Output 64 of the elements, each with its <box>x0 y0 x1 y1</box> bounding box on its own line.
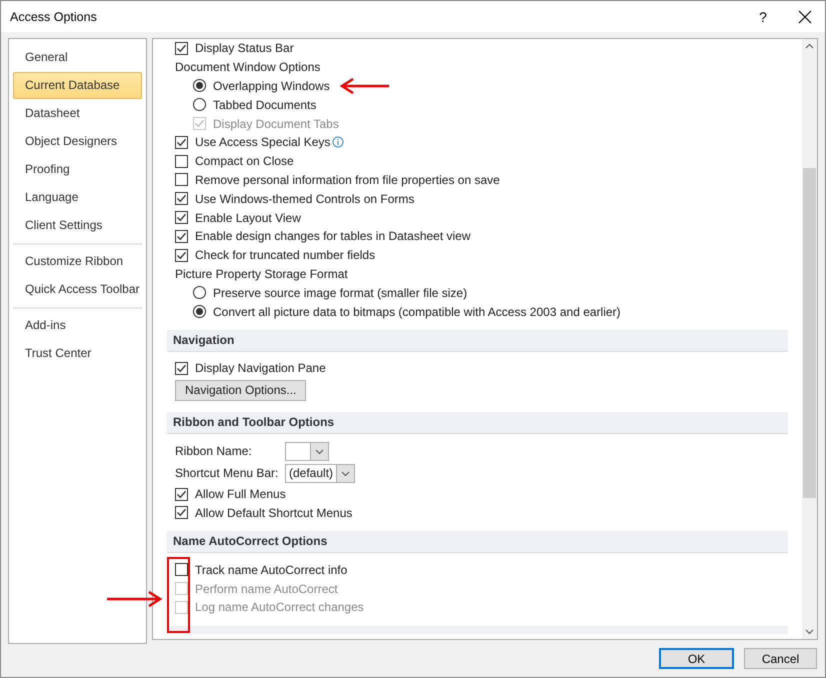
field-label: Ribbon Name: <box>175 444 253 458</box>
dialog-button[interactable]: OK <box>659 648 734 669</box>
sidebar-item[interactable]: Quick Access Toolbar <box>13 276 142 303</box>
checkbox[interactable] <box>175 154 188 168</box>
checkbox-label: Use Windows-themed Controls on Forms <box>195 192 414 206</box>
sidebar-item[interactable]: Proofing <box>13 156 142 183</box>
checkbox[interactable] <box>175 42 188 55</box>
radio-button[interactable] <box>193 305 206 318</box>
checkbox-label: Display Document Tabs <box>213 116 339 131</box>
checkbox[interactable] <box>175 488 188 501</box>
checkbox-label: Perform name AutoCorrect <box>195 582 338 596</box>
radio-label: Overlapping Windows <box>213 78 330 93</box>
arrow-annotation <box>105 590 163 608</box>
checkbox[interactable] <box>175 506 188 520</box>
checkbox-label: Track name AutoCorrect info <box>195 562 348 577</box>
checkbox-label: Remove personal information from file properties on save <box>195 172 500 187</box>
radio-label: Tabbed Documents <box>213 98 316 112</box>
radio-label: Convert all picture data to bitmaps (compatible with Access 2003 and earlier) <box>213 304 621 319</box>
checkbox[interactable] <box>175 136 188 149</box>
radio-button[interactable] <box>193 286 206 300</box>
checkbox[interactable] <box>175 192 188 206</box>
checkbox-label: Compact on Close <box>195 154 294 168</box>
checkbox-label: Check for truncated number fields <box>195 248 376 262</box>
sidebar-item[interactable]: Client Settings <box>13 212 142 239</box>
checkbox[interactable] <box>175 248 188 262</box>
checkbox-label: Display Status Bar <box>195 41 294 56</box>
checkbox[interactable] <box>175 173 188 186</box>
scrollbar[interactable] <box>802 39 817 639</box>
dropdown[interactable]: (default) <box>285 464 356 483</box>
checkbox-label: Enable Layout View <box>195 210 301 225</box>
checkbox-label: Log name AutoCorrect changes <box>195 600 364 614</box>
radio-button[interactable] <box>193 79 206 92</box>
checkbox[interactable] <box>175 211 188 224</box>
navigation-options-button[interactable]: Navigation Options... <box>175 380 306 401</box>
caret-icon[interactable] <box>310 442 328 460</box>
checkbox-label: Allow Default Shortcut Menus <box>195 506 352 520</box>
sidebar-item[interactable]: Customize Ribbon <box>13 248 142 275</box>
field-label: Shortcut Menu Bar: <box>175 466 280 480</box>
checkbox[interactable] <box>175 362 188 375</box>
checkbox[interactable] <box>175 563 188 576</box>
dialog-button[interactable]: Cancel <box>744 648 817 669</box>
sidebar-item[interactable]: Trust Center <box>13 340 142 367</box>
checkbox-label: Enable design changes for tables in Datasheet view <box>195 229 471 244</box>
sidebar-item[interactable]: Object Designers <box>13 128 142 155</box>
window-title: Access Options <box>10 10 98 24</box>
checkbox-label: Display Navigation Pane <box>195 361 326 376</box>
sidebar-item[interactable]: General <box>13 44 142 71</box>
sidebar-item[interactable]: Add-ins <box>13 312 142 339</box>
checkbox-label: Allow Full Menus <box>195 487 286 502</box>
sidebar-item[interactable]: Language <box>13 184 142 211</box>
checkbox-label: Use Access Special Keys <box>195 135 330 150</box>
checkbox[interactable] <box>175 230 188 243</box>
sidebar-item[interactable]: Current Database <box>13 72 142 99</box>
group-label: Picture Property Storage Format <box>175 266 348 281</box>
help-button[interactable]: ? <box>753 8 773 24</box>
arrow-annotation <box>339 77 391 95</box>
sidebar-item[interactable]: Datasheet <box>13 100 142 127</box>
radio-button[interactable] <box>193 98 206 112</box>
group-label: Document Window Options <box>175 60 320 74</box>
caret-icon[interactable] <box>336 464 354 482</box>
section-header: Name AutoCorrect Options <box>167 531 788 554</box>
section-header: Ribbon and Toolbar Options <box>167 412 788 434</box>
radio-label: Preserve source image format (smaller file size) <box>213 286 468 300</box>
section-header: Navigation <box>167 330 788 352</box>
